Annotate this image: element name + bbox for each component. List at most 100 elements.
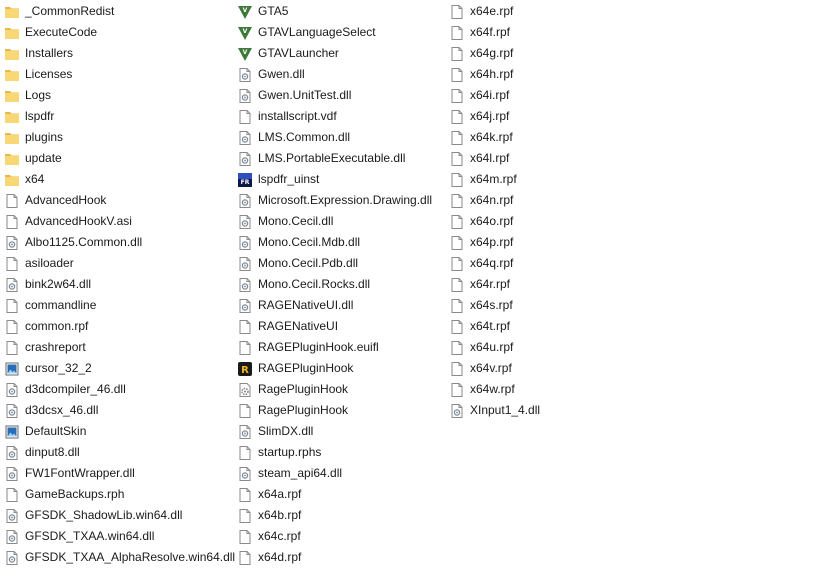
- file-icon: [449, 256, 465, 272]
- dll-file-icon: [237, 256, 253, 272]
- file-item[interactable]: update: [4, 148, 235, 169]
- file-item[interactable]: GFSDK_ShadowLib.win64.dll: [4, 505, 235, 526]
- dll-file-icon: [4, 445, 20, 461]
- file-item[interactable]: RAGENativeUI.dll: [237, 295, 432, 316]
- svg-text:V: V: [243, 49, 248, 56]
- file-item[interactable]: commandline: [4, 295, 235, 316]
- folder-icon: [4, 109, 20, 125]
- file-item[interactable]: RagePluginHook: [237, 379, 432, 400]
- file-item[interactable]: RAGEPluginHook.euifl: [237, 337, 432, 358]
- dll-file-icon: [4, 382, 20, 398]
- dll-file-icon: [4, 466, 20, 482]
- file-item[interactable]: Mono.Cecil.Pdb.dll: [237, 253, 432, 274]
- file-item[interactable]: x64g.rpf: [449, 43, 540, 64]
- file-item[interactable]: x64a.rpf: [237, 484, 432, 505]
- file-item[interactable]: V GTA5: [237, 1, 432, 22]
- file-item[interactable]: x64n.rpf: [449, 190, 540, 211]
- file-item[interactable]: bink2w64.dll: [4, 274, 235, 295]
- file-item-label: common.rpf: [25, 319, 89, 333]
- file-item-label: Logs: [25, 88, 52, 102]
- file-item[interactable]: d3dcompiler_46.dll: [4, 379, 235, 400]
- file-item[interactable]: x64u.rpf: [449, 337, 540, 358]
- file-item[interactable]: dinput8.dll: [4, 442, 235, 463]
- file-item[interactable]: x64o.rpf: [449, 211, 540, 232]
- file-item[interactable]: FW1FontWrapper.dll: [4, 463, 235, 484]
- file-item-label: GFSDK_TXAA.win64.dll: [25, 529, 155, 543]
- file-item[interactable]: x64: [4, 169, 235, 190]
- file-item[interactable]: GameBackups.rph: [4, 484, 235, 505]
- file-item[interactable]: x64m.rpf: [449, 169, 540, 190]
- file-item[interactable]: R RAGEPluginHook: [237, 358, 432, 379]
- file-item[interactable]: DefaultSkin: [4, 421, 235, 442]
- file-item[interactable]: x64p.rpf: [449, 232, 540, 253]
- file-item[interactable]: x64h.rpf: [449, 64, 540, 85]
- file-item[interactable]: x64d.rpf: [237, 547, 432, 568]
- file-item[interactable]: FR lspdfr_uinst: [237, 169, 432, 190]
- file-item[interactable]: x64k.rpf: [449, 127, 540, 148]
- dll-file-icon: [4, 550, 20, 566]
- file-item[interactable]: x64b.rpf: [237, 505, 432, 526]
- file-icon: [4, 193, 20, 209]
- file-item-label: SlimDX.dll: [258, 424, 314, 438]
- file-item-label: x64b.rpf: [258, 508, 302, 522]
- file-item[interactable]: XInput1_4.dll: [449, 400, 540, 421]
- file-icon: [4, 256, 20, 272]
- file-item-label: steam_api64.dll: [258, 466, 343, 480]
- file-item[interactable]: x64s.rpf: [449, 295, 540, 316]
- file-item-label: x64h.rpf: [470, 67, 514, 81]
- file-item[interactable]: x64c.rpf: [237, 526, 432, 547]
- file-item[interactable]: GFSDK_TXAA_AlphaResolve.win64.dll: [4, 547, 235, 568]
- file-item[interactable]: LMS.Common.dll: [237, 127, 432, 148]
- file-item[interactable]: x64t.rpf: [449, 316, 540, 337]
- file-item[interactable]: x64j.rpf: [449, 106, 540, 127]
- file-item[interactable]: RAGENativeUI: [237, 316, 432, 337]
- file-item[interactable]: Logs: [4, 85, 235, 106]
- file-item[interactable]: Gwen.dll: [237, 64, 432, 85]
- file-item[interactable]: crashreport: [4, 337, 235, 358]
- file-item[interactable]: V GTAVLauncher: [237, 43, 432, 64]
- file-item[interactable]: Installers: [4, 43, 235, 64]
- file-item[interactable]: steam_api64.dll: [237, 463, 432, 484]
- dll-file-icon: [237, 235, 253, 251]
- file-item[interactable]: x64v.rpf: [449, 358, 540, 379]
- dll-file-icon: [237, 151, 253, 167]
- file-item[interactable]: x64f.rpf: [449, 22, 540, 43]
- file-icon: [449, 130, 465, 146]
- file-item[interactable]: plugins: [4, 127, 235, 148]
- file-item[interactable]: installscript.vdf: [237, 106, 432, 127]
- file-item[interactable]: V GTAVLanguageSelect: [237, 22, 432, 43]
- file-item[interactable]: Albo1125.Common.dll: [4, 232, 235, 253]
- file-item[interactable]: lspdfr: [4, 106, 235, 127]
- file-item[interactable]: Mono.Cecil.Rocks.dll: [237, 274, 432, 295]
- file-item[interactable]: asiloader: [4, 253, 235, 274]
- file-item[interactable]: Mono.Cecil.Mdb.dll: [237, 232, 432, 253]
- file-item[interactable]: AdvancedHookV.asi: [4, 211, 235, 232]
- file-item[interactable]: Gwen.UnitTest.dll: [237, 85, 432, 106]
- file-item[interactable]: AdvancedHook: [4, 190, 235, 211]
- file-item[interactable]: x64q.rpf: [449, 253, 540, 274]
- file-item[interactable]: Microsoft.Expression.Drawing.dll: [237, 190, 432, 211]
- file-item[interactable]: x64i.rpf: [449, 85, 540, 106]
- file-item[interactable]: RagePluginHook: [237, 400, 432, 421]
- file-item[interactable]: cursor_32_2: [4, 358, 235, 379]
- file-item[interactable]: Licenses: [4, 64, 235, 85]
- file-item[interactable]: _CommonRedist: [4, 1, 235, 22]
- file-item[interactable]: GFSDK_TXAA.win64.dll: [4, 526, 235, 547]
- file-item[interactable]: LMS.PortableExecutable.dll: [237, 148, 432, 169]
- file-item[interactable]: SlimDX.dll: [237, 421, 432, 442]
- file-item[interactable]: d3dcsx_46.dll: [4, 400, 235, 421]
- file-item[interactable]: x64l.rpf: [449, 148, 540, 169]
- file-icon: [449, 193, 465, 209]
- file-item-label: XInput1_4.dll: [470, 403, 541, 417]
- file-item[interactable]: ExecuteCode: [4, 22, 235, 43]
- file-item-label: LMS.Common.dll: [258, 130, 351, 144]
- dll-file-icon: [4, 403, 20, 419]
- file-icon: [237, 445, 253, 461]
- file-item[interactable]: common.rpf: [4, 316, 235, 337]
- file-item[interactable]: x64r.rpf: [449, 274, 540, 295]
- file-item[interactable]: Mono.Cecil.dll: [237, 211, 432, 232]
- file-item[interactable]: x64w.rpf: [449, 379, 540, 400]
- config-file-icon: [237, 382, 253, 398]
- file-item[interactable]: x64e.rpf: [449, 1, 540, 22]
- file-item[interactable]: startup.rphs: [237, 442, 432, 463]
